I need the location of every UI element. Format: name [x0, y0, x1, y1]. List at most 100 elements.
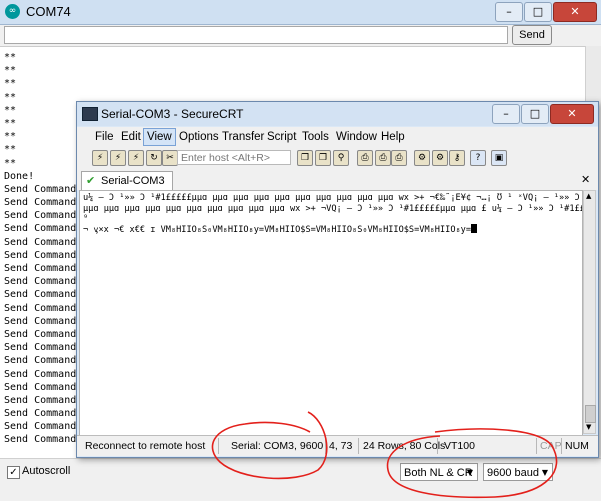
close-button[interactable]: ✕	[550, 104, 594, 124]
serial-output-line: **	[4, 131, 17, 143]
terminal-line-with-cursor: ¬ ᶌ×x ¬€ x€€ ɪ VM₈HIIO₈S₀VM₈HIIO₈y=VM₈HI…	[83, 224, 478, 236]
terminal-line: ¬ ᶌ×x ¬€ x€€ ɪ VM₈HIIO₈S₀VM₈HIIO₈y=VM₈HI…	[83, 225, 472, 235]
serial-output-line: **	[4, 144, 17, 156]
status-num: NUM	[565, 440, 589, 452]
securecrt-window: Serial-COM3 - SecureCRT – □ ✕ File Edit Vi…	[76, 101, 599, 458]
status-serial: Serial: COM3, 9600	[231, 440, 324, 452]
help-icon[interactable]: ?	[470, 150, 486, 166]
serial-output-line: Send Command	[4, 276, 77, 288]
menu-options[interactable]: Options	[176, 129, 222, 145]
maximize-button[interactable]: □	[524, 2, 552, 22]
copy-icon[interactable]: ❐	[297, 150, 313, 166]
serial-output-line: Send Command	[4, 421, 77, 433]
quick-connect-icon[interactable]: ⚡	[110, 150, 126, 166]
status-emulation: VT100	[444, 440, 475, 452]
menu-script[interactable]: Script	[264, 129, 299, 145]
serial-output-line: Send Command	[4, 302, 77, 314]
find-icon[interactable]: ⚲	[333, 150, 349, 166]
global-options-icon[interactable]: ⚙	[432, 150, 448, 166]
scroll-down-icon[interactable]: ▼	[586, 423, 591, 431]
about-icon[interactable]: ▣	[491, 150, 507, 166]
serial-output-line: Send Command	[4, 249, 77, 261]
baud-value: 9600 baud	[487, 467, 539, 479]
send-button[interactable]: Send	[512, 25, 552, 45]
serial-output-lines: ** ** ** ** ** ** ** ** ** Done! Send Command Send …	[4, 51, 77, 447]
serial-output-line: Send Command	[4, 289, 77, 301]
menu-help[interactable]: Help	[378, 129, 408, 145]
securecrt-title-bar: Serial-COM3 - SecureCRT – □ ✕	[77, 102, 598, 126]
chevron-down-icon: ▼	[466, 468, 473, 477]
scroll-thumb[interactable]	[585, 405, 596, 423]
menu-edit[interactable]: Edit	[118, 129, 144, 145]
autoscroll-checkbox[interactable]: ✓	[7, 466, 20, 479]
scroll-up-icon[interactable]: ▲	[586, 192, 591, 200]
serial-output-line: Send Command	[4, 434, 77, 446]
session-tab-bar: ✔ Serial-COM3 ✕	[77, 169, 598, 191]
status-message: Reconnect to remote host	[85, 440, 206, 452]
status-cursor-position: 4, 73	[329, 440, 353, 452]
line-ending-value: Both NL & CR	[404, 467, 473, 479]
keymap-icon[interactable]: ⚷	[449, 150, 465, 166]
menu-bar: File Edit View Options Transfer Script T…	[77, 127, 598, 147]
menu-tools[interactable]: Tools	[299, 129, 332, 145]
connect-icon[interactable]: ⚡	[92, 150, 108, 166]
serial-output-line: Send Command	[4, 368, 77, 380]
securecrt-app-icon	[82, 107, 98, 121]
serial-output-line: Send Command	[4, 197, 77, 209]
status-bar: Reconnect to remote host Serial: COM3, 9…	[77, 435, 598, 456]
maximize-button[interactable]: □	[521, 104, 549, 124]
terminal-line: µµɑ µµɑ µµɑ µµɑ µµɑ µµɑ µµɑ µµɑ µµɑ µµɑ …	[83, 204, 583, 214]
serial-output-line: Send Command	[4, 315, 77, 327]
serial-output-line: Send Command	[4, 355, 77, 367]
serial-output-line: Send Command	[4, 342, 77, 354]
serial-output-line: Send Command	[4, 394, 77, 406]
status-caps: CAP	[540, 440, 562, 452]
menu-transfer[interactable]: Transfer	[219, 129, 267, 145]
securecrt-window-title: Serial-COM3 - SecureCRT	[101, 107, 244, 121]
serial-output-line: **	[4, 157, 17, 169]
menu-file[interactable]: File	[92, 129, 117, 145]
arduino-window-title: COM74	[26, 4, 71, 19]
menu-window[interactable]: Window	[333, 129, 380, 145]
tab-label: Serial-COM3	[101, 175, 165, 187]
serial-output-line: Send Command	[4, 408, 77, 420]
session-options-icon[interactable]: ⚙	[414, 150, 430, 166]
minimize-button[interactable]: –	[492, 104, 520, 124]
printer-setup-icon[interactable]: ⎙	[391, 150, 407, 166]
tab-serial-com3[interactable]: ✔ Serial-COM3	[81, 171, 173, 191]
line-ending-select[interactable]: Both NL & CR ▼	[400, 463, 478, 481]
arduino-title-bar: ∞ COM74 – □ ✕	[0, 0, 601, 25]
close-button[interactable]: ✕	[553, 2, 597, 22]
toolbar: ⚡ ⚡ ⚡ ↻ ✂ Enter host <Alt+R> ❐ ❐ ⚲ ⎙ ⎙ ⎙…	[77, 147, 598, 170]
baud-select[interactable]: 9600 baud ▼	[483, 463, 553, 481]
terminal-cursor	[471, 224, 478, 233]
menu-view[interactable]: View	[143, 128, 176, 146]
connect-in-tab-icon[interactable]: ⚡	[128, 150, 144, 166]
reconnect-icon[interactable]: ↻	[146, 150, 162, 166]
serial-output-line: Send Command	[4, 381, 77, 393]
terminal-scrollbar[interactable]: ▲ ▼	[583, 190, 596, 434]
serial-output-line: **	[4, 78, 17, 90]
serial-output-line: Send Command	[4, 236, 77, 248]
print-icon[interactable]: ⎙	[357, 150, 373, 166]
connected-check-icon: ✔	[86, 174, 96, 187]
minimize-button[interactable]: –	[495, 2, 523, 22]
close-tab-icon[interactable]: ✕	[581, 173, 590, 186]
send-input[interactable]	[4, 26, 508, 44]
paste-icon[interactable]: ❐	[315, 150, 331, 166]
autoscroll-label: Autoscroll	[22, 465, 71, 477]
disconnect-icon[interactable]: ✂	[162, 150, 178, 166]
print-selection-icon[interactable]: ⎙	[375, 150, 391, 166]
serial-output-line: Done!	[4, 170, 35, 182]
serial-output-line: Send Command	[4, 210, 77, 222]
serial-output-line: Send Command	[4, 183, 77, 195]
status-dimensions: 24 Rows, 80 Cols	[363, 440, 446, 452]
serial-output-line: **	[4, 104, 17, 116]
serial-output-line: **	[4, 52, 17, 63]
chevron-down-icon: ▼	[541, 468, 548, 477]
serial-output-line: Send Command	[4, 223, 77, 235]
serial-output-line: Send Command	[4, 328, 77, 340]
serial-output-line: **	[4, 117, 17, 129]
host-input[interactable]: Enter host <Alt+R>	[177, 150, 291, 165]
terminal-area[interactable]: u¼ – Ɔ ¹»» Ɔ ¹#1£££££µµɑ µµɑ µµɑ µµɑ µµɑ…	[79, 190, 583, 436]
